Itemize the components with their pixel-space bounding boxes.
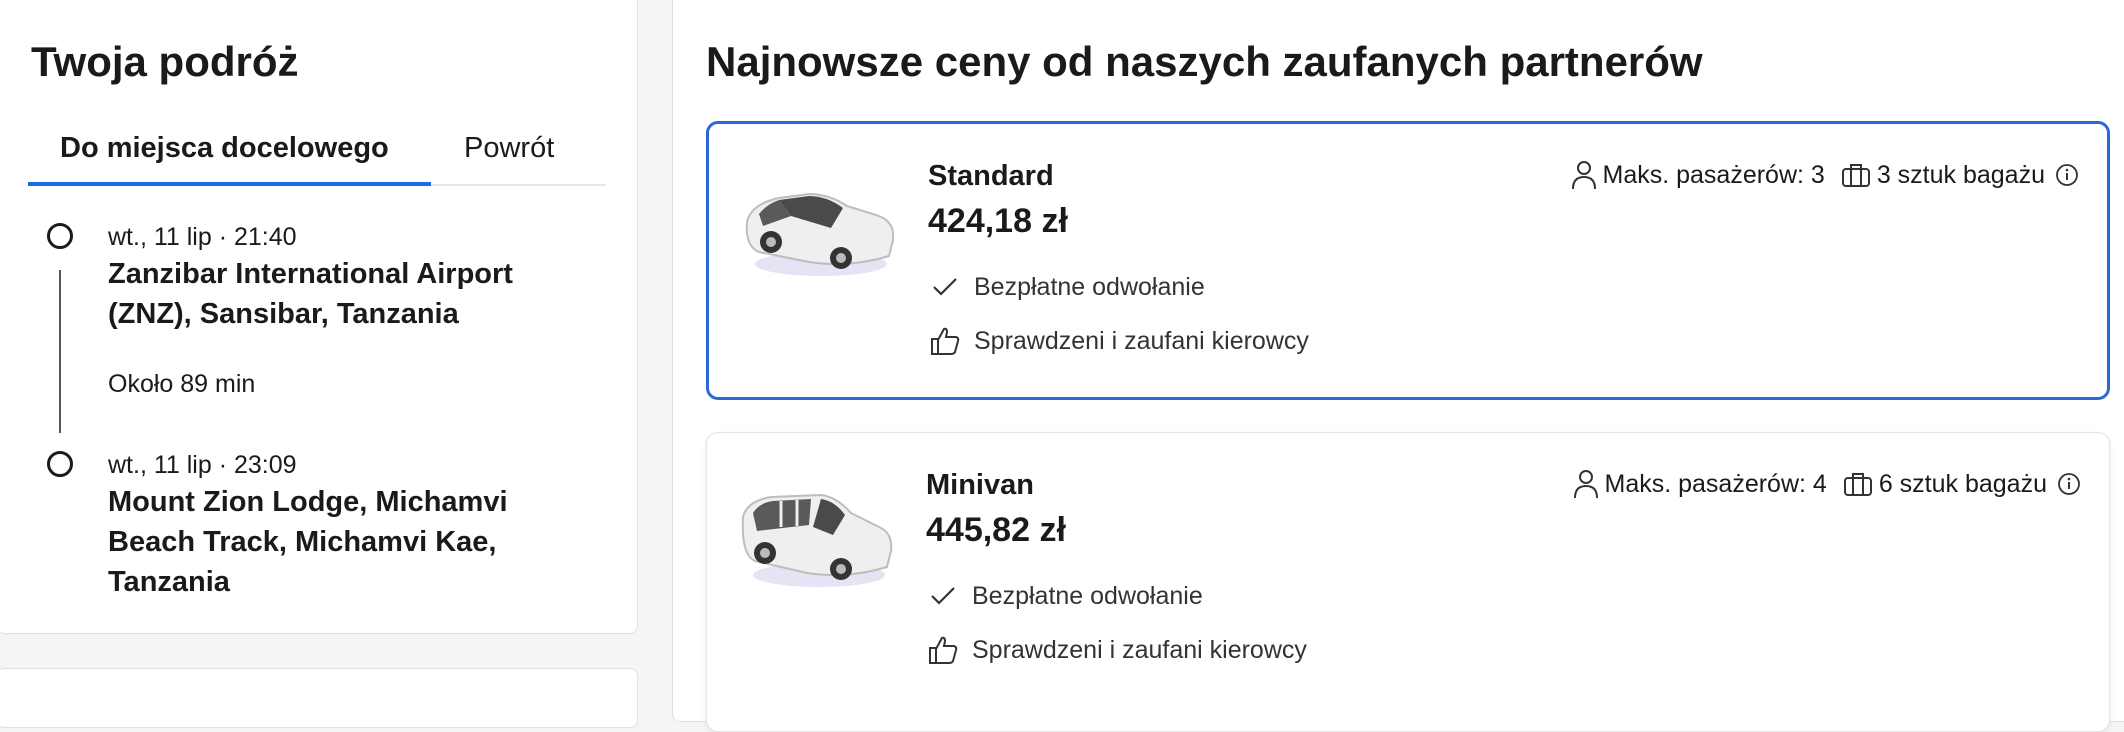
tab-return[interactable]: Powrót bbox=[464, 132, 554, 165]
feature-trusted-drivers: Sprawdzeni i zaufani kierowcy bbox=[928, 324, 1309, 358]
offer-price: 424,18 zł bbox=[928, 202, 1068, 240]
trip-duration: Około 89 min bbox=[108, 370, 256, 398]
luggage-icon bbox=[1841, 162, 1871, 188]
minivan-icon bbox=[741, 493, 893, 587]
dropoff-marker-icon bbox=[47, 451, 73, 477]
feature-free-cancellation: Bezpłatne odwołanie bbox=[928, 270, 1205, 304]
checkmark-icon bbox=[928, 270, 962, 304]
max-passengers: Maks. pasażerów: 3 bbox=[1602, 160, 1825, 189]
max-passengers: Maks. pasażerów: 4 bbox=[1604, 469, 1827, 498]
offers-title: Najnowsze ceny od naszych zaufanych part… bbox=[706, 38, 1703, 85]
feature-trusted-drivers: Sprawdzeni i zaufani kierowcy bbox=[926, 633, 1307, 667]
active-tab-indicator bbox=[28, 182, 431, 186]
offer-name: Standard bbox=[928, 160, 1054, 192]
offer-card-minivan[interactable]: Minivan 445,82 zł Bezpłatne odwołanie Sp… bbox=[706, 432, 2110, 732]
person-icon bbox=[1571, 160, 1597, 190]
offer-price: 445,82 zł bbox=[926, 511, 1066, 549]
secondary-panel bbox=[0, 668, 638, 728]
thumbs-up-icon bbox=[926, 633, 960, 667]
car-icon bbox=[745, 192, 895, 276]
timeline-line bbox=[59, 270, 61, 433]
trip-tabs: Do miejsca docelowego Powrót bbox=[28, 120, 606, 186]
info-icon[interactable] bbox=[2057, 472, 2081, 496]
offer-name: Minivan bbox=[926, 469, 1034, 501]
feature-label: Sprawdzeni i zaufani kierowcy bbox=[972, 635, 1307, 664]
info-icon[interactable] bbox=[2055, 163, 2079, 187]
dropoff-time: wt., 11 lip · 23:09 bbox=[108, 451, 297, 479]
feature-label: Bezpłatne odwołanie bbox=[974, 272, 1205, 301]
pickup-place: Zanzibar International Airport (ZNZ), Sa… bbox=[108, 258, 513, 330]
luggage-count: 6 sztuk bagażu bbox=[1878, 469, 2047, 498]
offer-specs: Maks. pasażerów: 3 3 sztuk bagażu bbox=[1571, 160, 2080, 190]
feature-label: Sprawdzeni i zaufani kierowcy bbox=[974, 326, 1309, 355]
luggage-icon bbox=[1843, 471, 1873, 497]
tab-destination[interactable]: Do miejsca docelowego bbox=[60, 132, 389, 165]
feature-label: Bezpłatne odwołanie bbox=[972, 581, 1203, 610]
person-icon bbox=[1573, 469, 1599, 499]
feature-free-cancellation: Bezpłatne odwołanie bbox=[926, 579, 1203, 613]
pickup-marker-icon bbox=[47, 223, 73, 249]
luggage-count: 3 sztuk bagażu bbox=[1876, 160, 2045, 189]
offer-card-standard[interactable]: Standard 424,18 zł Bezpłatne odwołanie S… bbox=[706, 121, 2110, 400]
pickup-time: wt., 11 lip · 21:40 bbox=[108, 223, 297, 251]
trip-title: Twoja podróż bbox=[31, 38, 299, 85]
thumbs-up-icon bbox=[928, 324, 962, 358]
dropoff-place: Mount Zion Lodge, Michamvi Beach Track, … bbox=[108, 486, 508, 598]
checkmark-icon bbox=[926, 579, 960, 613]
offer-specs: Maks. pasażerów: 4 6 sztuk bagażu bbox=[1573, 469, 2082, 499]
